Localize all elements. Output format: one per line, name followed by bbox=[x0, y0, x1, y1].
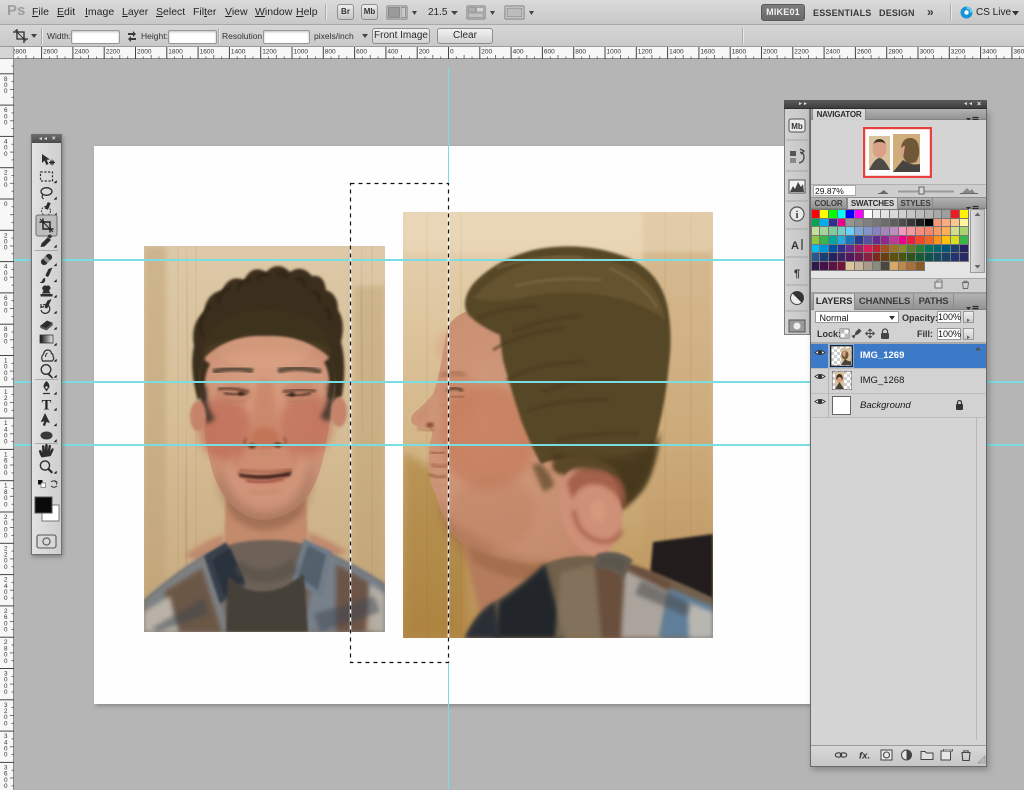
svg-text:1800: 1800 bbox=[732, 49, 747, 56]
svg-text:0: 0 bbox=[4, 201, 8, 208]
svg-text:600: 600 bbox=[544, 49, 555, 56]
svg-text:2600: 2600 bbox=[857, 49, 872, 56]
svg-text:2400: 2400 bbox=[74, 49, 89, 56]
svg-text:0: 0 bbox=[4, 627, 8, 634]
svg-text:i: i bbox=[796, 210, 799, 221]
svg-text:0: 0 bbox=[4, 689, 8, 696]
svg-text:0: 0 bbox=[4, 439, 8, 446]
svg-text:0: 0 bbox=[4, 720, 8, 727]
svg-text:1200: 1200 bbox=[638, 49, 653, 56]
svg-text:T: T bbox=[42, 398, 52, 414]
svg-text:1600: 1600 bbox=[200, 49, 215, 56]
svg-text:0: 0 bbox=[4, 470, 8, 477]
svg-text:0: 0 bbox=[4, 339, 8, 346]
svg-text:0: 0 bbox=[4, 501, 8, 508]
svg-text:3600: 3600 bbox=[1013, 49, 1024, 56]
svg-text:2600: 2600 bbox=[43, 49, 58, 56]
svg-text:0: 0 bbox=[4, 564, 8, 571]
svg-text:0: 0 bbox=[4, 783, 8, 790]
svg-text:1800: 1800 bbox=[168, 49, 183, 56]
svg-text:400: 400 bbox=[513, 49, 524, 56]
svg-text:0: 0 bbox=[4, 88, 8, 95]
svg-text:2000: 2000 bbox=[137, 49, 152, 56]
svg-text:¶: ¶ bbox=[794, 268, 800, 280]
svg-text:3400: 3400 bbox=[982, 49, 997, 56]
svg-text:0: 0 bbox=[450, 49, 454, 56]
svg-text:200: 200 bbox=[481, 49, 492, 56]
svg-text:1000: 1000 bbox=[607, 49, 622, 56]
svg-text:Mb: Mb bbox=[791, 122, 803, 131]
svg-text:0: 0 bbox=[4, 245, 8, 252]
svg-text:0: 0 bbox=[4, 120, 8, 127]
svg-text:1000: 1000 bbox=[294, 49, 309, 56]
svg-text:2200: 2200 bbox=[794, 49, 809, 56]
svg-text:2800: 2800 bbox=[888, 49, 903, 56]
svg-text:800: 800 bbox=[325, 49, 336, 56]
svg-text:A: A bbox=[791, 240, 799, 252]
svg-text:2000: 2000 bbox=[763, 49, 778, 56]
svg-text:0: 0 bbox=[4, 752, 8, 759]
svg-text:0: 0 bbox=[4, 595, 8, 602]
svg-text:2200: 2200 bbox=[106, 49, 121, 56]
svg-text:0: 0 bbox=[4, 276, 8, 283]
svg-text:0: 0 bbox=[4, 658, 8, 665]
svg-text:200: 200 bbox=[419, 49, 430, 56]
svg-text:1600: 1600 bbox=[700, 49, 715, 56]
svg-text:800: 800 bbox=[575, 49, 586, 56]
svg-text:0: 0 bbox=[4, 533, 8, 540]
svg-text:3200: 3200 bbox=[951, 49, 966, 56]
svg-text:0: 0 bbox=[4, 182, 8, 189]
svg-text:400: 400 bbox=[387, 49, 398, 56]
svg-text:3000: 3000 bbox=[920, 49, 935, 56]
svg-text:1200: 1200 bbox=[262, 49, 277, 56]
svg-text:0: 0 bbox=[4, 307, 8, 314]
svg-text:0: 0 bbox=[4, 407, 8, 414]
svg-text:600: 600 bbox=[356, 49, 367, 56]
svg-text:1400: 1400 bbox=[669, 49, 684, 56]
svg-text:2800: 2800 bbox=[14, 49, 27, 56]
svg-text:fx.: fx. bbox=[859, 751, 870, 762]
svg-text:0: 0 bbox=[4, 151, 8, 158]
svg-text:2400: 2400 bbox=[826, 49, 841, 56]
svg-text:1400: 1400 bbox=[231, 49, 246, 56]
svg-text:0: 0 bbox=[4, 376, 8, 383]
